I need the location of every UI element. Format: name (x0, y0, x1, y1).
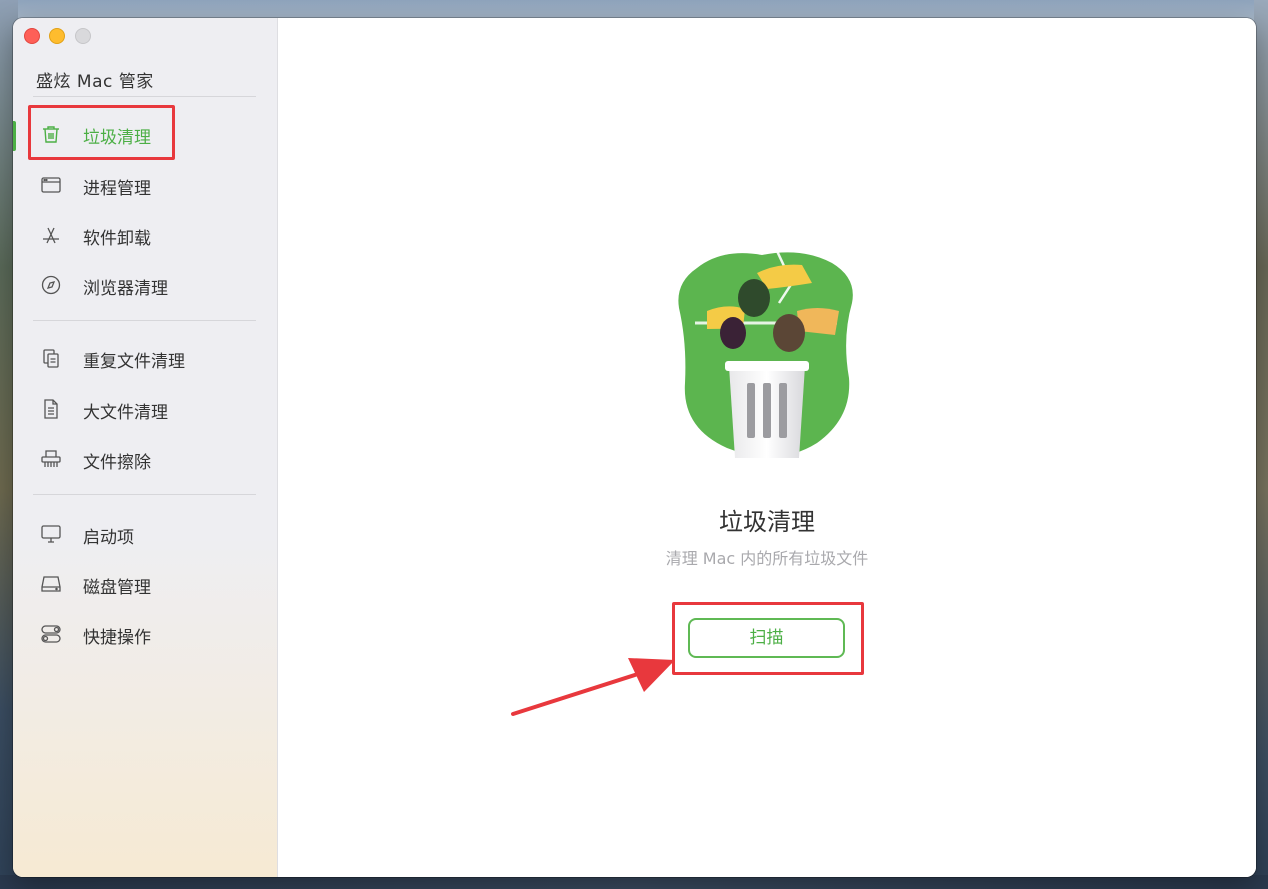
sidebar-item-label: 启动项 (83, 528, 134, 548)
sidebar-item-app-uninstall[interactable]: 软件卸载 (13, 215, 277, 255)
desktop-wallpaper-right (1254, 0, 1268, 889)
sidebar-item-label: 快捷操作 (83, 628, 151, 648)
shredder-icon (40, 448, 62, 470)
sidebar-item-startup-items[interactable]: 启动项 (13, 514, 277, 554)
sidebar: 盛炫 Mac 管家 垃圾清理 进程管理 软件卸载 浏览器清理 重复文件清理 大文… (13, 18, 278, 877)
page-title: 垃圾清理 (719, 508, 815, 536)
sidebar-item-large-files[interactable]: 大文件清理 (13, 389, 277, 429)
sidebar-item-label: 进程管理 (83, 179, 151, 199)
app-window: 盛炫 Mac 管家 垃圾清理 进程管理 软件卸载 浏览器清理 重复文件清理 大文… (13, 18, 1256, 877)
main-content: 垃圾清理 清理 Mac 内的所有垃圾文件 扫描 (278, 18, 1256, 877)
monitor-icon (40, 523, 62, 545)
sidebar-item-label: 磁盘管理 (83, 578, 151, 598)
app-title: 盛炫 Mac 管家 (36, 72, 154, 92)
sidebar-item-process-manager[interactable]: 进程管理 (13, 165, 277, 205)
sidebar-divider (33, 320, 256, 321)
sidebar-divider (33, 494, 256, 495)
toggles-icon (40, 623, 62, 645)
compass-icon (40, 274, 62, 296)
disk-icon (40, 573, 62, 595)
sidebar-divider (33, 96, 256, 97)
sidebar-item-file-shredder[interactable]: 文件擦除 (13, 439, 277, 479)
window-close-button[interactable] (24, 28, 40, 44)
desktop-wallpaper-bottom (0, 875, 1268, 889)
duplicate-files-icon (40, 347, 62, 369)
app-store-icon (40, 224, 62, 246)
sidebar-item-label: 文件擦除 (83, 453, 151, 473)
highlight-box-sidebar (28, 105, 175, 160)
sidebar-item-label: 大文件清理 (83, 403, 168, 423)
page-subtitle: 清理 Mac 内的所有垃圾文件 (665, 549, 869, 568)
highlight-box-scan (672, 602, 864, 675)
pointer-arrow (488, 648, 688, 728)
sidebar-item-label: 浏览器清理 (83, 279, 168, 299)
document-icon (40, 398, 62, 420)
window-minimize-button[interactable] (49, 28, 65, 44)
sidebar-item-disk-manager[interactable]: 磁盘管理 (13, 564, 277, 604)
sidebar-item-browser-clean[interactable]: 浏览器清理 (13, 265, 277, 305)
window-zoom-button[interactable] (75, 28, 91, 44)
sidebar-item-quick-actions[interactable]: 快捷操作 (13, 614, 277, 654)
sidebar-item-label: 软件卸载 (83, 229, 151, 249)
trash-bin-illustration (667, 243, 864, 463)
window-icon (40, 174, 62, 196)
sidebar-item-duplicate-files[interactable]: 重复文件清理 (13, 338, 277, 378)
sidebar-item-label: 重复文件清理 (83, 352, 185, 372)
